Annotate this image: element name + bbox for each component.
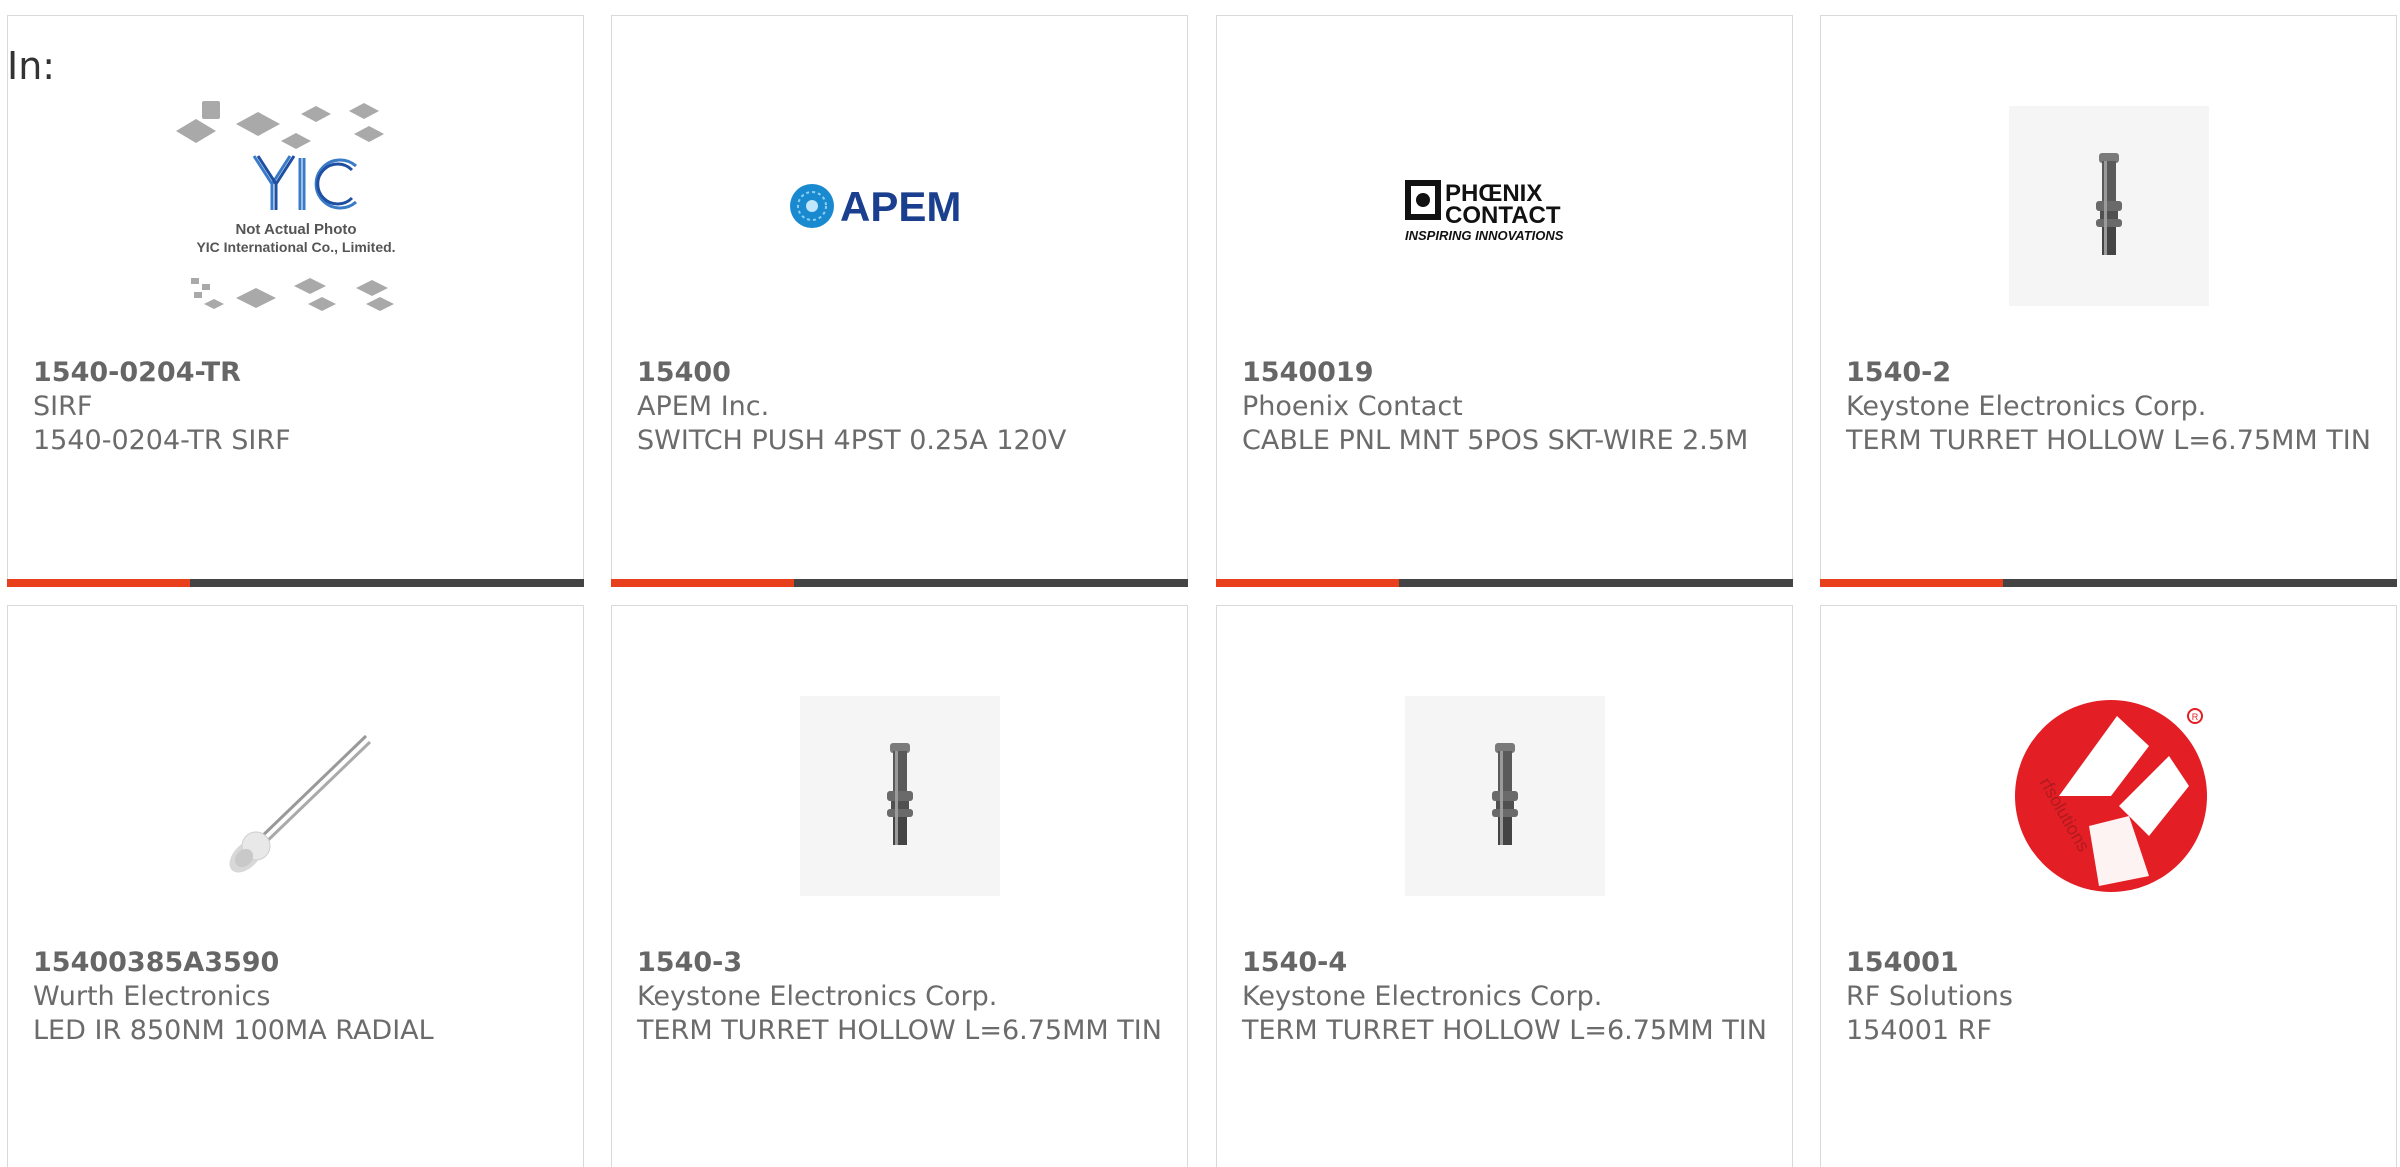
- card-bar-accent: [1216, 579, 1399, 587]
- product-image-placeholder: Not Actual Photo YIC International Co., …: [166, 76, 426, 336]
- turret-terminal-image: [1375, 666, 1635, 926]
- turret-terminal-image: [1979, 76, 2239, 336]
- part-number[interactable]: 1540-4: [1242, 946, 1767, 980]
- card-bar-accent: [611, 579, 794, 587]
- apem-logo-text: APEM: [840, 183, 961, 230]
- product-info: 1540019 Phoenix Contact CABLE PNL MNT 5P…: [1242, 356, 1767, 458]
- phoenix-logo-tagline: INSPIRING INNOVATIONS: [1405, 228, 1564, 243]
- description: LED IR 850NM 100MA RADIAL: [33, 1015, 434, 1046]
- product-card[interactable]: 1540-4 Keystone Electronics Corp. TERM T…: [1216, 605, 1793, 1167]
- description: TERM TURRET HOLLOW L=6.75MM TIN: [1846, 425, 2371, 456]
- in-label: In:: [7, 44, 56, 88]
- card-bar-accent: [7, 579, 190, 587]
- product-info: 1540-4 Keystone Electronics Corp. TERM T…: [1242, 946, 1767, 1048]
- part-number[interactable]: 15400385A3590: [33, 946, 558, 980]
- description: SWITCH PUSH 4PST 0.25A 120V: [637, 425, 1067, 456]
- part-number[interactable]: 15400: [637, 356, 1162, 390]
- manufacturer: RF Solutions: [1846, 981, 2013, 1012]
- card-bar: [7, 579, 584, 587]
- card-bar: [611, 579, 1188, 587]
- description: 1540-0204-TR SIRF: [33, 425, 291, 456]
- phoenix-logo-line-2: CONTACT: [1445, 202, 1561, 229]
- product-card[interactable]: APEM 15400 APEM Inc. SWITCH PUSH 4PST 0.…: [611, 15, 1188, 587]
- manufacturer: Keystone Electronics Corp.: [1846, 391, 2207, 422]
- placeholder-caption-1: Not Actual Photo: [235, 221, 356, 238]
- manufacturer: SIRF: [33, 391, 93, 422]
- product-info: 1540-3 Keystone Electronics Corp. TERM T…: [637, 946, 1162, 1048]
- phoenix-contact-logo: PHŒNIX CONTACT INSPIRING INNOVATIONS: [1375, 76, 1635, 336]
- description: TERM TURRET HOLLOW L=6.75MM TIN: [1242, 1015, 1767, 1046]
- rf-solutions-logo: R rfsolutions: [1979, 666, 2239, 926]
- part-number[interactable]: 154001: [1846, 946, 2371, 980]
- manufacturer: Keystone Electronics Corp.: [1242, 981, 1603, 1012]
- apem-logo: APEM: [770, 76, 1030, 336]
- product-info: 1540-0204-TR SIRF 1540-0204-TR SIRF: [33, 356, 558, 458]
- product-card[interactable]: 15400385A3590 Wurth Electronics LED IR 8…: [7, 605, 584, 1167]
- part-number[interactable]: 1540-3: [637, 946, 1162, 980]
- product-grid-page: In: Not Actual Photo YIC International C…: [0, 0, 2400, 1167]
- product-info: 154001 RF Solutions 154001 RF: [1846, 946, 2371, 1048]
- led-image: [166, 666, 426, 926]
- part-number[interactable]: 1540-0204-TR: [33, 356, 558, 390]
- product-card[interactable]: PHŒNIX CONTACT INSPIRING INNOVATIONS 154…: [1216, 15, 1793, 587]
- manufacturer: APEM Inc.: [637, 391, 770, 422]
- description: CABLE PNL MNT 5POS SKT-WIRE 2.5M: [1242, 425, 1749, 456]
- card-bar: [1820, 579, 2397, 587]
- part-number[interactable]: 1540-2: [1846, 356, 2371, 390]
- product-info: 15400 APEM Inc. SWITCH PUSH 4PST 0.25A 1…: [637, 356, 1162, 458]
- card-bar-accent: [1820, 579, 2003, 587]
- svg-text:R: R: [2191, 712, 2198, 722]
- description: 154001 RF: [1846, 1015, 1992, 1046]
- turret-terminal-image: [770, 666, 1030, 926]
- product-card[interactable]: 1540-3 Keystone Electronics Corp. TERM T…: [611, 605, 1188, 1167]
- manufacturer: Keystone Electronics Corp.: [637, 981, 998, 1012]
- placeholder-caption-2: YIC International Co., Limited.: [196, 239, 395, 255]
- description: TERM TURRET HOLLOW L=6.75MM TIN: [637, 1015, 1162, 1046]
- card-bar: [1216, 579, 1793, 587]
- manufacturer: Wurth Electronics: [33, 981, 271, 1012]
- product-info: 15400385A3590 Wurth Electronics LED IR 8…: [33, 946, 558, 1048]
- product-card[interactable]: Not Actual Photo YIC International Co., …: [7, 15, 584, 587]
- product-card[interactable]: R rfsolutions 154001 RF Solutions 154001…: [1820, 605, 2397, 1167]
- manufacturer: Phoenix Contact: [1242, 391, 1463, 422]
- part-number[interactable]: 1540019: [1242, 356, 1767, 390]
- product-card[interactable]: 1540-2 Keystone Electronics Corp. TERM T…: [1820, 15, 2397, 587]
- product-info: 1540-2 Keystone Electronics Corp. TERM T…: [1846, 356, 2371, 458]
